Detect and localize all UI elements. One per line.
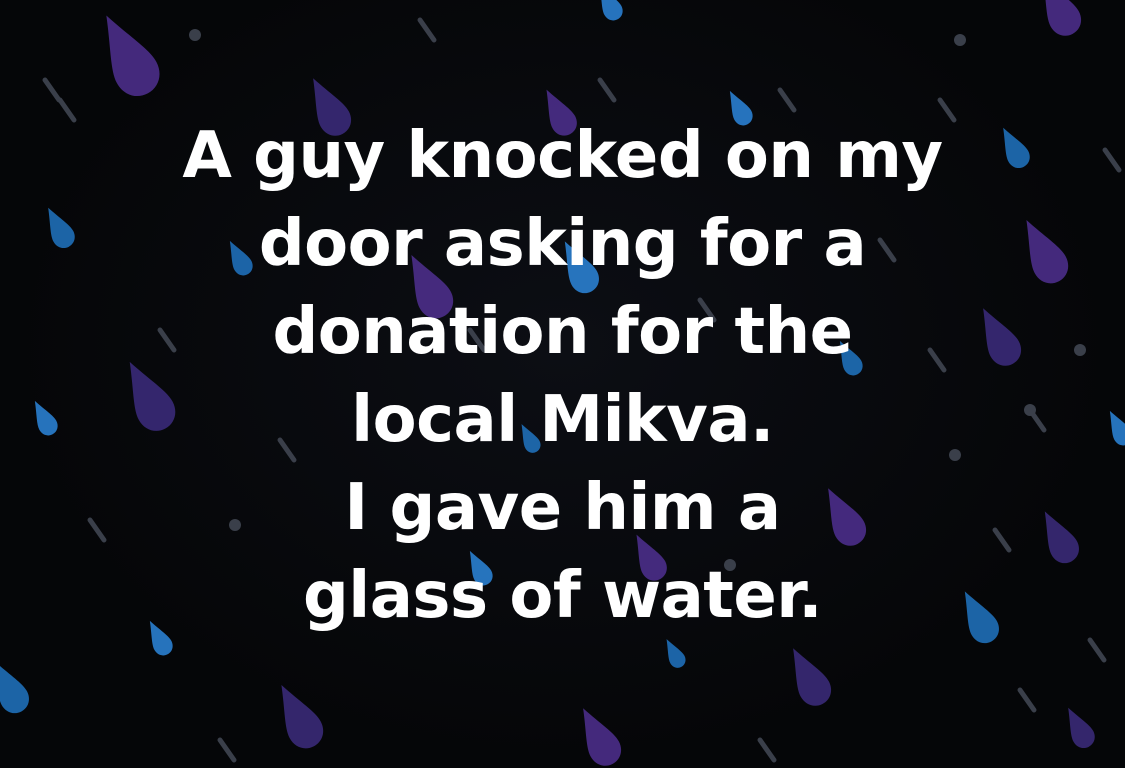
rain-streak <box>1017 687 1037 713</box>
rain-dot <box>954 34 966 46</box>
raindrop-icon <box>265 676 330 755</box>
raindrop-icon <box>1058 702 1099 752</box>
rain-dot <box>189 29 201 41</box>
caption-line-5: I gave him a <box>344 471 781 545</box>
raindrop-icon <box>591 0 627 24</box>
rain-streak <box>1087 637 1107 663</box>
caption-line-1: A guy knocked on my <box>182 119 943 193</box>
caption-line-4: local Mikva. <box>351 383 774 457</box>
caption-line-2: door asking for a <box>258 207 867 281</box>
rain-streak <box>777 87 797 113</box>
rain-streak <box>217 737 237 763</box>
raindrop-icon <box>86 4 168 104</box>
caption-block: A guy knocked on my door asking for a do… <box>0 112 1125 640</box>
rain-streak <box>597 77 617 103</box>
raindrop-icon <box>778 640 837 712</box>
raindrop-icon <box>659 635 689 671</box>
raindrop-icon <box>1028 0 1087 42</box>
raindrop-icon <box>0 654 35 719</box>
rain-streak <box>757 737 777 763</box>
caption-line-3: donation for the <box>272 295 853 369</box>
meme-canvas: A guy knocked on my door asking for a do… <box>0 0 1125 768</box>
raindrop-icon <box>568 700 627 768</box>
rain-streak <box>42 77 62 103</box>
caption-line-6: glass of water. <box>302 559 823 633</box>
rain-streak <box>417 17 437 43</box>
